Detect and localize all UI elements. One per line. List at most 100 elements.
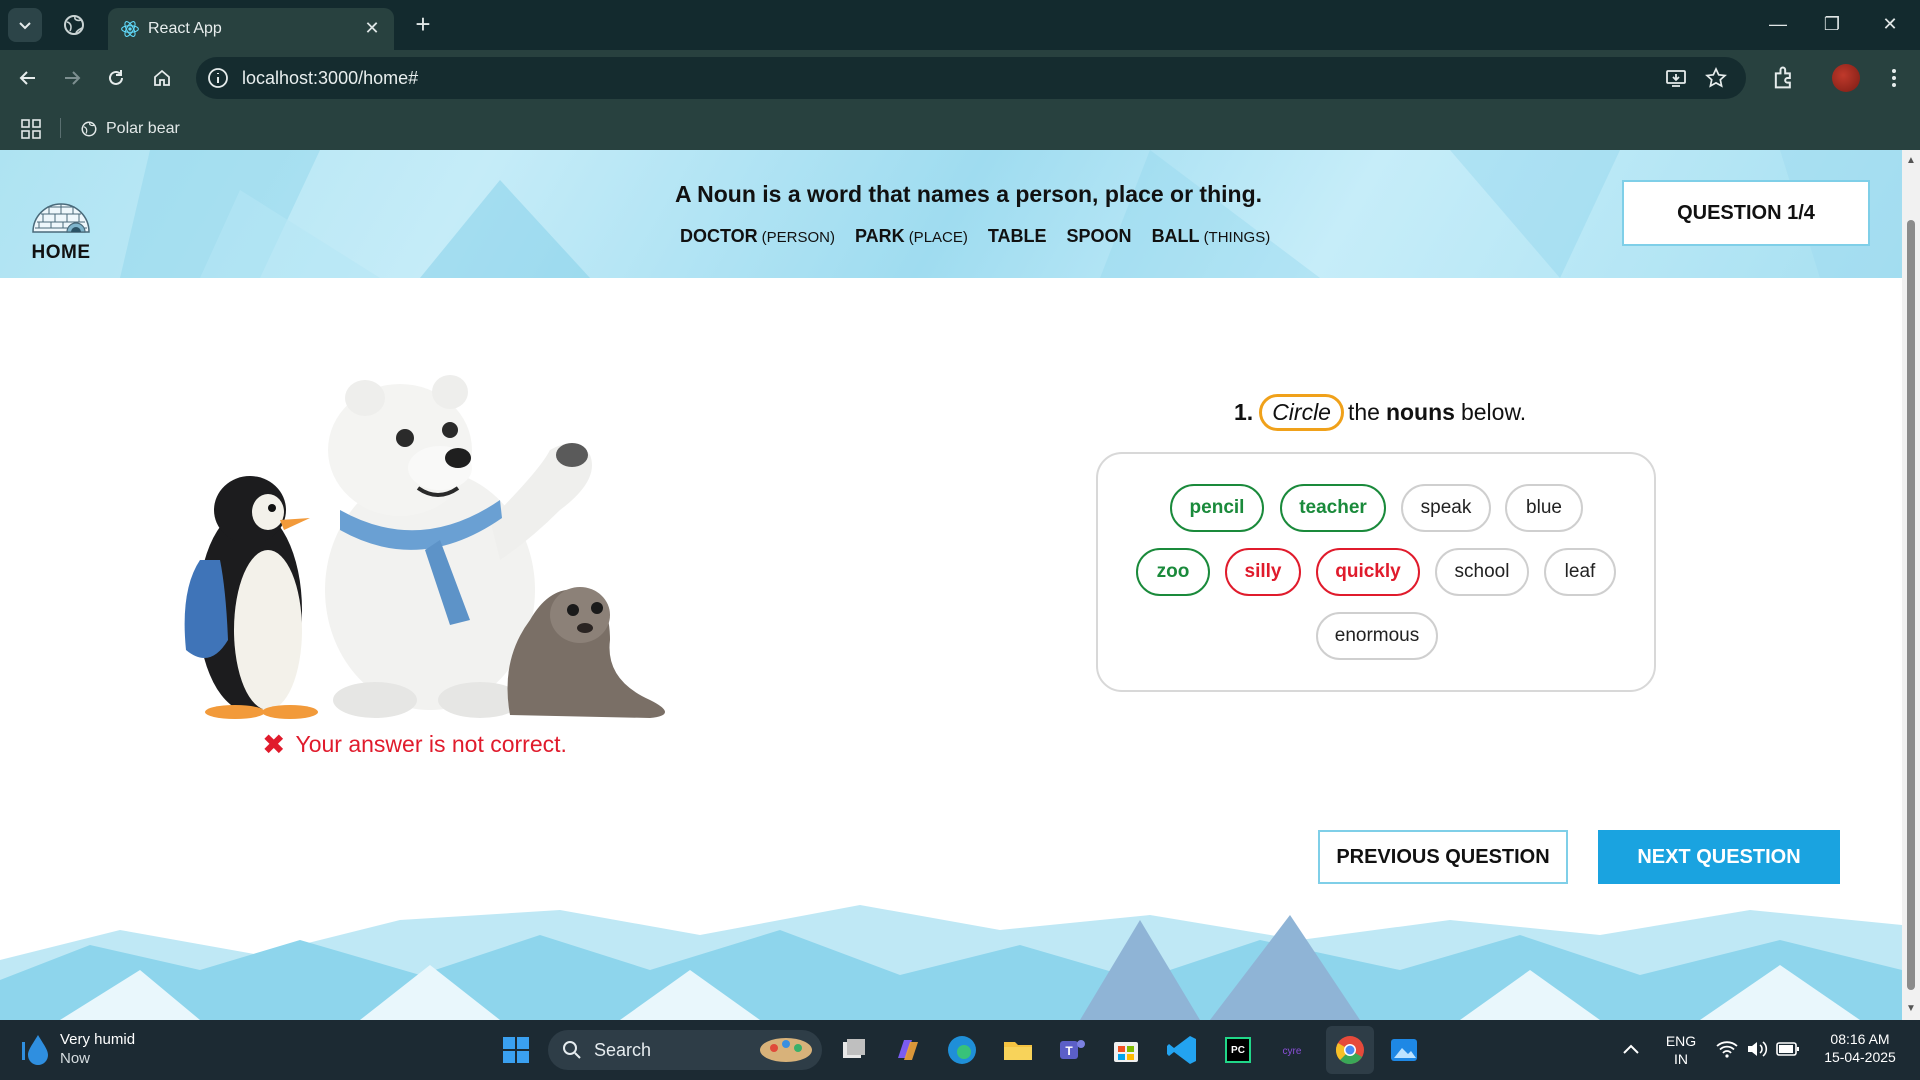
install-app-icon[interactable] <box>1664 66 1688 90</box>
instruction-text-after: below. <box>1460 399 1527 425</box>
choice-zoo[interactable]: zoo <box>1136 548 1210 596</box>
bookmark-label: Polar bear <box>106 120 180 137</box>
home-label[interactable]: HOME <box>26 242 96 264</box>
browser-menu-button[interactable] <box>1880 64 1908 92</box>
choice-leaf[interactable]: leaf <box>1544 548 1616 596</box>
choice-teacher[interactable]: teacher <box>1280 484 1386 532</box>
palette-icon <box>760 1038 812 1062</box>
globe-icon <box>64 15 84 35</box>
chrome-icon[interactable] <box>1332 1032 1368 1068</box>
restore-window-button[interactable]: ❐ <box>1812 8 1852 40</box>
circle-word: Circle <box>1259 394 1344 431</box>
windows-taskbar: Very humid Now Search T PC cyre ENG IN 0… <box>0 1020 1920 1080</box>
home-link[interactable]: HOME <box>26 186 96 264</box>
profile-avatar[interactable] <box>1832 64 1860 92</box>
language-indicator[interactable]: ENG IN <box>1660 1032 1702 1068</box>
vscode-icon[interactable] <box>1164 1032 1200 1068</box>
wifi-icon[interactable] <box>1716 1040 1738 1058</box>
browser-toolbar: localhost:3000/home# <box>0 50 1920 106</box>
header-ice-background <box>120 150 1902 278</box>
new-tab-button[interactable]: + <box>408 10 438 40</box>
choice-quickly[interactable]: quickly <box>1316 548 1420 596</box>
bookmark-star-icon[interactable] <box>1704 66 1728 90</box>
instruction-text-before: the <box>1347 399 1380 425</box>
ice-landscape-background <box>0 900 1902 1020</box>
scrollbar-thumb[interactable] <box>1907 220 1915 990</box>
choice-school[interactable]: school <box>1435 548 1529 596</box>
extensions-icon[interactable] <box>1770 64 1798 92</box>
weather-widget[interactable]: Very humid Now <box>20 1030 135 1068</box>
previous-question-button[interactable]: PREVIOUS QUESTION <box>1318 830 1568 884</box>
teams-icon[interactable]: T <box>1054 1032 1090 1068</box>
forward-button[interactable] <box>58 64 86 92</box>
clock-time: 08:16 AM <box>1830 1031 1890 1047</box>
x-icon: ✖ <box>262 729 286 760</box>
choice-silly[interactable]: silly <box>1225 548 1301 596</box>
home-icon <box>154 69 170 86</box>
react-logo-icon <box>121 21 139 37</box>
bookmarks-divider <box>60 118 61 138</box>
search-icon <box>563 1041 581 1059</box>
arrow-left-icon <box>19 71 35 85</box>
scroll-up-arrow[interactable]: ▲ <box>1906 156 1916 166</box>
bookmark-polar-bear[interactable]: Polar bear <box>80 117 180 141</box>
clock[interactable]: 08:16 AM 15-04-2025 <box>1812 1030 1908 1066</box>
choice-speak[interactable]: speak <box>1401 484 1491 532</box>
choice-enormous[interactable]: enormous <box>1316 612 1438 660</box>
clock-date: 15-04-2025 <box>1824 1049 1896 1065</box>
bookmarks-bar: Polar bear <box>0 106 1920 150</box>
svg-text:cyre: cyre <box>1283 1046 1302 1057</box>
question-number: 1. <box>1234 399 1254 425</box>
chevron-up-icon[interactable] <box>1622 1042 1640 1056</box>
choice-blue[interactable]: blue <box>1505 484 1583 532</box>
polar-bear-penguin-seal-illustration <box>184 375 665 719</box>
example-park: PARK (PLACE) <box>855 226 968 246</box>
copilot-icon[interactable] <box>890 1032 926 1068</box>
more-vertical-icon <box>1892 69 1896 87</box>
edge-browser-icon[interactable] <box>944 1032 980 1068</box>
home-button[interactable] <box>148 64 176 92</box>
photos-app-icon[interactable] <box>1386 1032 1422 1068</box>
pycharm-icon[interactable]: PC <box>1220 1032 1256 1068</box>
file-explorer-icon[interactable] <box>1000 1032 1036 1068</box>
taskbar-search[interactable]: Search <box>548 1030 822 1070</box>
example-ball: BALL (THINGS) <box>1151 226 1271 246</box>
answer-feedback: ✖ Your answer is not correct. <box>262 728 567 761</box>
back-button[interactable] <box>14 64 42 92</box>
reload-button[interactable] <box>102 64 130 92</box>
globe-icon <box>81 121 97 137</box>
microsoft-store-icon[interactable] <box>1108 1032 1144 1068</box>
task-view-icon[interactable] <box>836 1032 872 1068</box>
tab-search-button[interactable] <box>8 8 42 42</box>
cyberduck-icon[interactable]: cyre <box>1274 1032 1310 1068</box>
minimize-window-button[interactable]: — <box>1758 8 1798 40</box>
arrow-right-icon <box>65 71 81 85</box>
page-viewport: HOME A Noun is a word that names a perso… <box>0 150 1902 1020</box>
igloo-icon <box>32 203 90 233</box>
apps-grid-icon[interactable] <box>20 118 42 140</box>
word-choices-box: pencil teacher speak blue zoo silly quic… <box>1096 452 1656 692</box>
page-scrollbar[interactable]: ▲ ▼ <box>1902 150 1920 1020</box>
feedback-message: Your answer is not correct. <box>295 731 567 757</box>
close-tab-icon[interactable]: ✕ <box>360 16 384 40</box>
browser-tab-active[interactable]: React App ✕ <box>108 8 394 50</box>
next-question-button[interactable]: NEXT QUESTION <box>1598 830 1840 884</box>
chevron-down-icon <box>19 22 31 30</box>
choice-pencil[interactable]: pencil <box>1170 484 1264 532</box>
site-info-icon[interactable] <box>206 66 230 90</box>
question-counter: QUESTION 1/4 <box>1622 180 1870 246</box>
noun-definition: A Noun is a word that names a person, pl… <box>675 181 1263 207</box>
instruction-bold-word: nouns <box>1385 399 1455 425</box>
weather-subtitle: Now <box>60 1050 91 1067</box>
svg-text:T: T <box>1065 1044 1073 1058</box>
weather-title: Very humid <box>60 1031 136 1048</box>
scroll-down-arrow[interactable]: ▼ <box>1906 1004 1916 1014</box>
close-window-button[interactable]: ✕ <box>1870 8 1910 40</box>
windows-start-icon[interactable] <box>498 1032 534 1068</box>
tab-title: React App <box>148 20 222 37</box>
volume-icon[interactable] <box>1746 1040 1768 1058</box>
humidity-drop-icon <box>22 1035 48 1065</box>
address-bar[interactable]: localhost:3000/home# <box>196 57 1746 99</box>
url-text[interactable]: localhost:3000/home# <box>242 68 418 89</box>
battery-icon[interactable] <box>1776 1041 1800 1057</box>
